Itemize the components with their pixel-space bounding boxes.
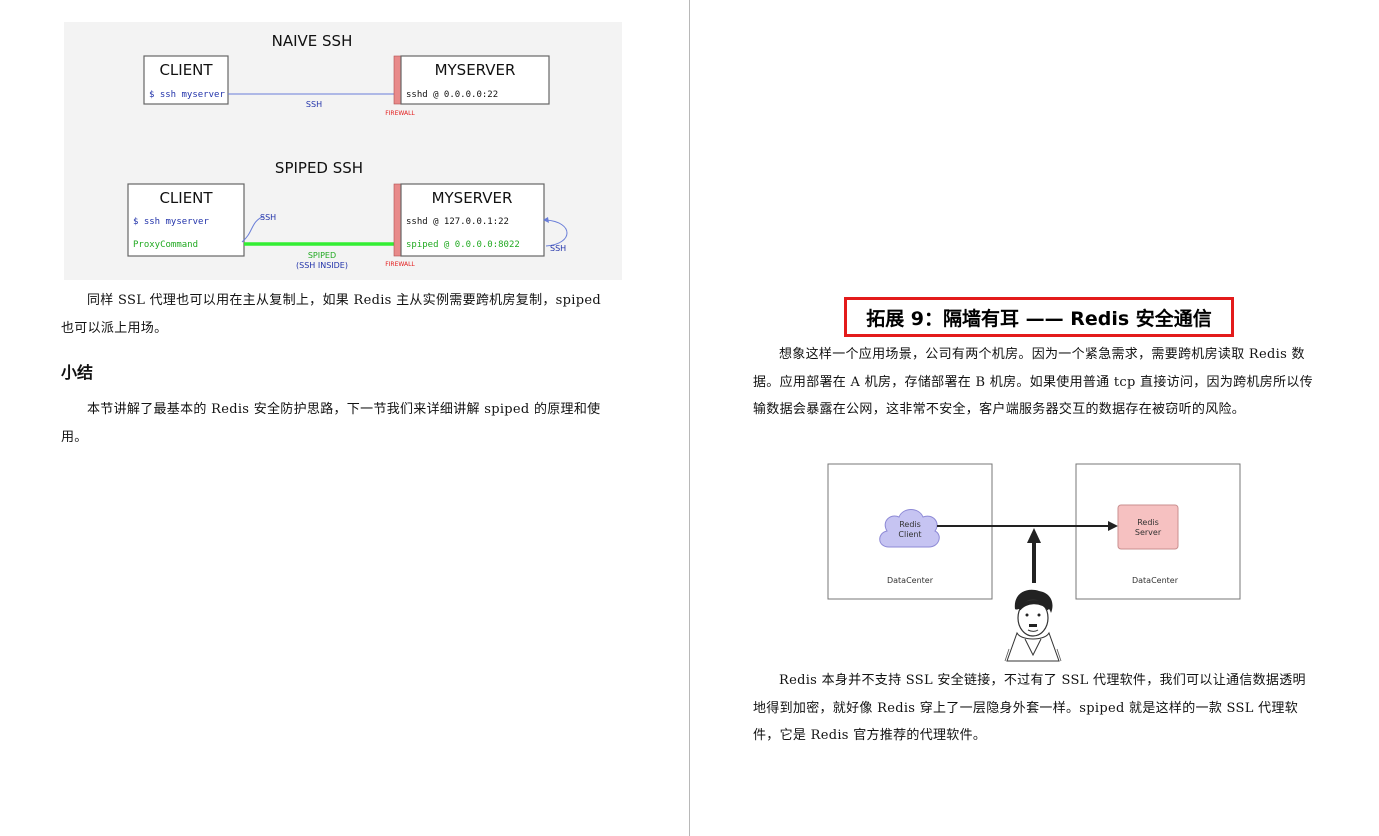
redis-client-line1: Redis (899, 520, 921, 529)
ssh-diagram: NAIVE SSH CLIENT $ ssh myserver SSH FIRE… (127, 32, 568, 270)
naive-client-label: CLIENT (159, 61, 213, 79)
redis-server-line1: Redis (1137, 518, 1159, 527)
spiped-firewall (393, 183, 402, 257)
spiped-server-label: MYSERVER (432, 189, 513, 207)
naive-firewall (393, 55, 402, 105)
ssh-figure: NAIVE SSH CLIENT $ ssh myserver SSH FIRE… (64, 22, 622, 280)
server-ssh-loop (545, 219, 568, 247)
left-paragraph-1: 同样 SSL 代理也可以用在主从复制上，如果 Redis 主从实例需要跨机房复制… (61, 293, 601, 336)
right-paragraph-2: Redis 本身并不支持 SSL 安全链接，不过有了 SSL 代理软件，我们可以… (753, 673, 1306, 743)
eavesdrop-svg: Redis Client Redis Server DataCenter Dat… (827, 463, 1241, 662)
left-datacenter-label: DataCenter (887, 576, 934, 585)
summary-heading: 小结 (61, 363, 94, 382)
spiped-client-proxy: ProxyCommand (133, 240, 198, 250)
spiped-server-line1: sshd @ 127.0.0.1:22 (406, 217, 509, 227)
spiped-firewall-label: FIREWALL (385, 261, 415, 268)
left-paragraph-2: 本节讲解了最基本的 Redis 安全防护思路，下一节我们来详细讲解 spiped… (61, 402, 601, 445)
naive-client-cmd: $ ssh myserver (149, 90, 225, 100)
eavesdrop-arrow-head (1027, 528, 1041, 543)
spiped-server-line2: spiped @ 0.0.0.0:8022 (406, 240, 520, 250)
spiped-title: SPIPED SSH (275, 159, 363, 177)
eavesdropper-portrait (1001, 587, 1065, 662)
naive-arrow-label: SSH (306, 100, 322, 109)
naive-server-label: MYSERVER (435, 61, 516, 79)
right-datacenter-label: DataCenter (1132, 576, 1179, 585)
chapter-title: 拓展 9：隔墙有耳 —— Redis 安全通信 (844, 297, 1234, 337)
redis-server-box (1117, 504, 1179, 550)
tunnel-label-1: SPIPED (308, 251, 336, 260)
redis-server-line2: Server (1135, 528, 1162, 537)
right-paragraph-1: 想象这样一个应用场景，公司有两个机房。因为一个紧急需求，需要跨机房读取 Redi… (753, 347, 1313, 417)
eavesdrop-diagram: Redis Client Redis Server DataCenter Dat… (827, 463, 1243, 663)
tunnel-label-2: (SSH INSIDE) (296, 261, 348, 270)
server-loop-label: SSH (550, 244, 566, 253)
spiped-client-cmd: $ ssh myserver (133, 217, 209, 227)
naive-server-line: sshd @ 0.0.0.0:22 (406, 90, 498, 100)
client-loop-label: SSH (260, 213, 276, 222)
naive-title: NAIVE SSH (272, 32, 353, 50)
spiped-client-label: CLIENT (159, 189, 213, 207)
left-page: NAIVE SSH CLIENT $ ssh myserver SSH FIRE… (0, 0, 689, 836)
right-page: 拓展 9：隔墙有耳 —— Redis 安全通信 想象这样一个应用场景，公司有两个… (690, 0, 1379, 836)
naive-firewall-label: FIREWALL (385, 110, 415, 117)
redis-client-line2: Client (898, 530, 921, 539)
